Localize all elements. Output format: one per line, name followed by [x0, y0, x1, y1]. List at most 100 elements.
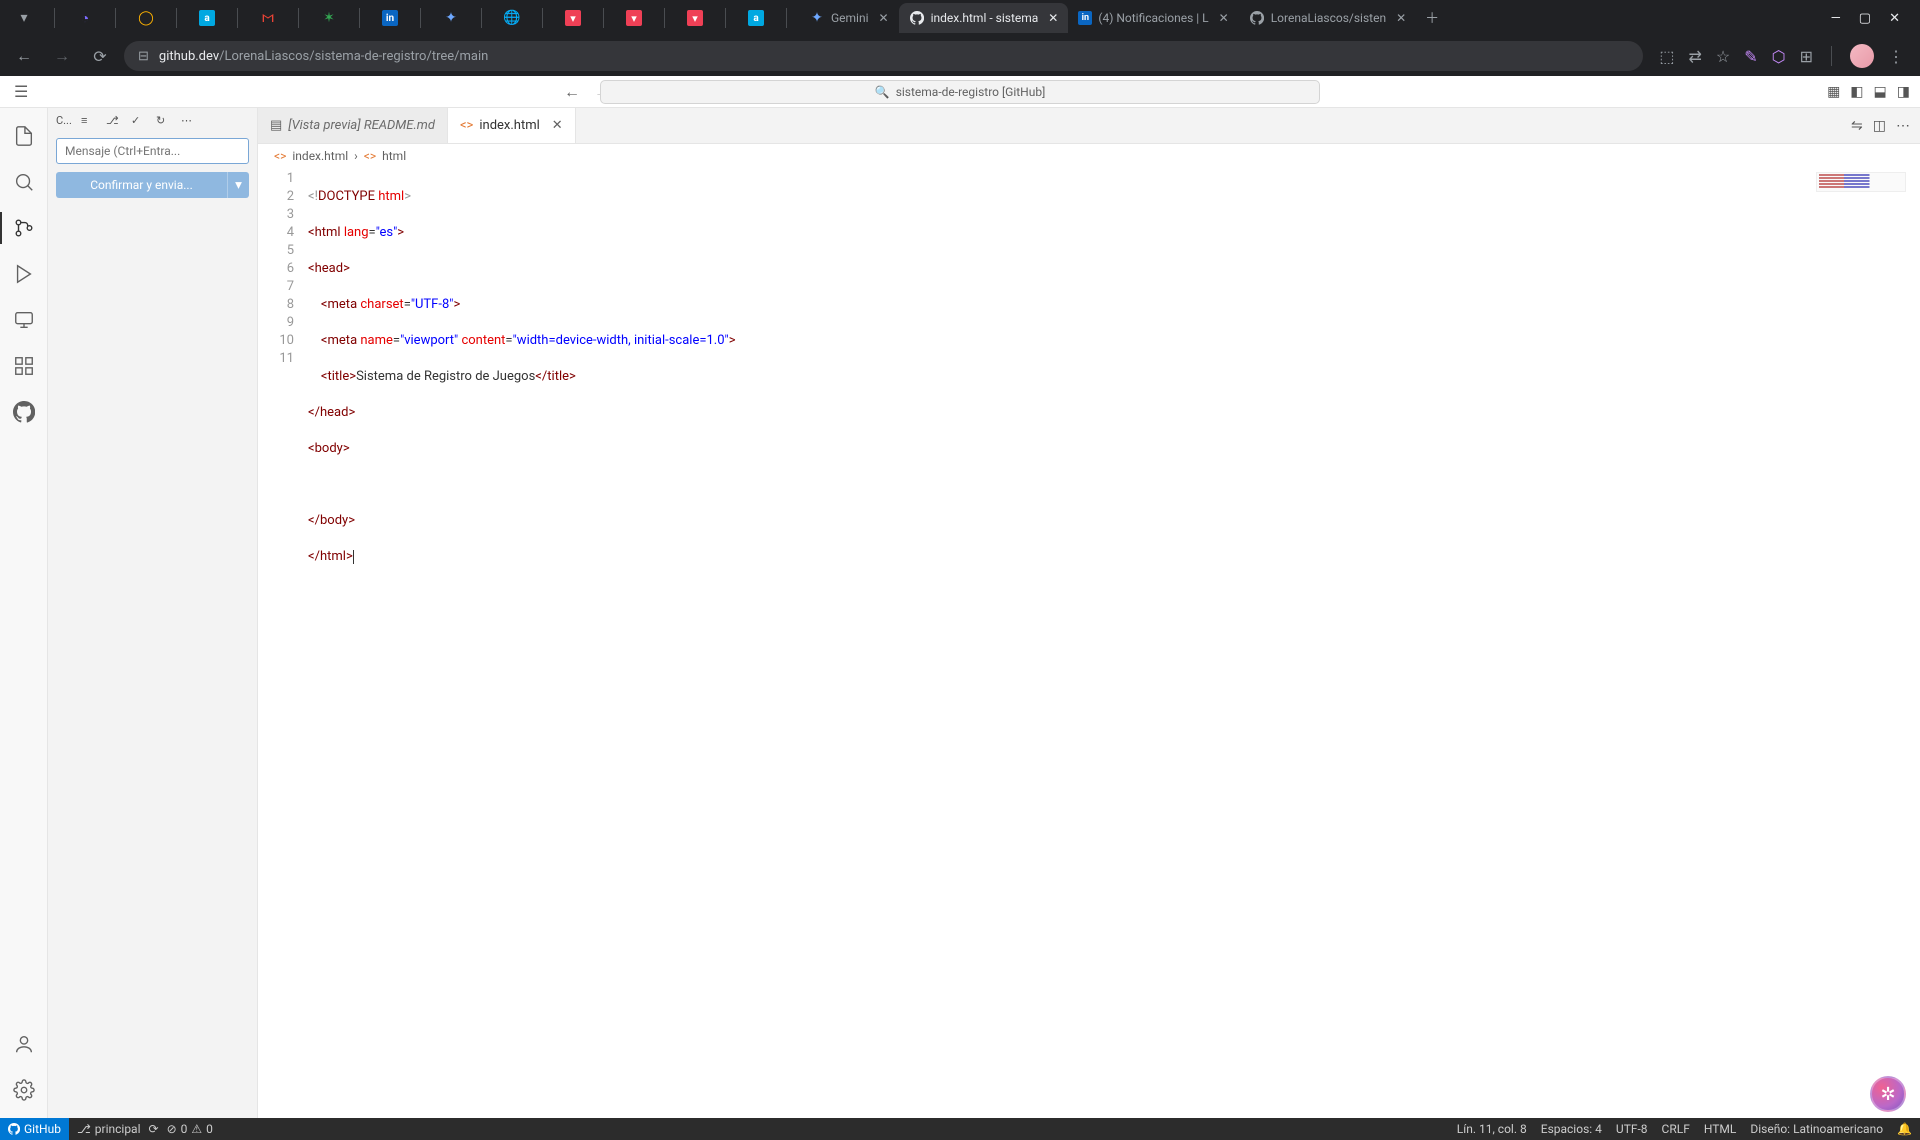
tab-label: LorenaLiascos/sisten: [1271, 11, 1386, 25]
status-spaces[interactable]: Espacios: 4: [1541, 1122, 1602, 1136]
account-icon[interactable]: [0, 1024, 48, 1064]
status-line-col[interactable]: Lín. 11, col. 8: [1457, 1122, 1527, 1136]
editor-tab-readme[interactable]: ▤ [Vista previa] README.md: [258, 108, 448, 143]
status-branch[interactable]: ⎇ principal ⟳: [77, 1122, 159, 1136]
panel-left-icon[interactable]: ◧: [1850, 84, 1863, 100]
pocket-icon[interactable]: ▾: [565, 10, 581, 26]
commit-button[interactable]: Confirmar y envia...: [56, 172, 227, 198]
more-icon[interactable]: ⋯: [181, 114, 197, 130]
browser-tab[interactable]: LorenaLiascos/sisten ✕: [1239, 3, 1416, 33]
panel-right-icon[interactable]: ◨: [1897, 84, 1910, 100]
star-icon[interactable]: ☆: [1716, 47, 1730, 66]
search-icon[interactable]: [0, 162, 48, 202]
maximize-icon[interactable]: ▢: [1859, 11, 1871, 26]
browser-tab[interactable]: in (4) Notificaciones | L ✕: [1068, 3, 1238, 33]
kebab-menu-icon[interactable]: ⋮: [1888, 47, 1904, 66]
commit-dropdown-button[interactable]: ▾: [227, 172, 249, 198]
compare-icon[interactable]: ⇋: [1851, 118, 1863, 134]
run-debug-icon[interactable]: [0, 254, 48, 294]
favicon-icon[interactable]: ◔: [77, 10, 93, 26]
symbol-icon: <>: [364, 149, 376, 163]
translate-icon[interactable]: ⇄: [1688, 47, 1701, 66]
scm-title-abbrev: C...: [56, 114, 72, 130]
gmail-icon[interactable]: [260, 10, 276, 26]
panel-bottom-icon[interactable]: ⬓: [1874, 84, 1887, 100]
source-control-icon[interactable]: [0, 208, 48, 248]
install-icon[interactable]: ⬚: [1659, 47, 1674, 66]
remote-icon[interactable]: [0, 300, 48, 340]
close-icon[interactable]: ✕: [879, 11, 889, 25]
code-body[interactable]: <!DOCTYPE html> <html lang="es"> <head> …: [308, 170, 1920, 1118]
tab-strip: ▾ ◔ ◯ a ✶ in ✦ 🌐 ▾ ▾ ▾ a: [0, 0, 1920, 36]
more-icon[interactable]: ⋯: [1896, 118, 1910, 134]
reload-button[interactable]: ⟳: [86, 42, 114, 70]
status-github[interactable]: GitHub: [0, 1118, 69, 1140]
linkedin-icon[interactable]: in: [382, 10, 398, 26]
branch-icon: ⎇: [77, 1122, 91, 1136]
favicon-icon[interactable]: ◯: [138, 10, 154, 26]
extension-icon[interactable]: ⬡: [1772, 47, 1786, 66]
minimize-icon[interactable]: ―: [1831, 11, 1841, 26]
separator: [1831, 46, 1832, 66]
status-layout[interactable]: Diseño: Latinoamericano: [1750, 1122, 1883, 1136]
hamburger-icon[interactable]: ☰: [14, 82, 28, 101]
address-bar: ← → ⟳ ⊟ github.dev/LorenaLiascos/sistema…: [0, 36, 1920, 76]
tab-label: index.html - sistema: [931, 11, 1039, 25]
explorer-icon[interactable]: [0, 116, 48, 156]
close-icon[interactable]: ✕: [1396, 11, 1406, 25]
pen-icon[interactable]: ✎: [1744, 47, 1757, 66]
breadcrumb[interactable]: <> index.html › <> html: [258, 144, 1920, 168]
pocket-icon[interactable]: ▾: [626, 10, 642, 26]
status-eol[interactable]: CRLF: [1662, 1122, 1690, 1136]
layout-grid-icon[interactable]: ▦: [1827, 84, 1840, 100]
bell-icon[interactable]: 🔔: [1897, 1122, 1912, 1136]
preview-icon: ▤: [270, 118, 282, 133]
sparkle-icon[interactable]: ✦: [443, 10, 459, 26]
warning-icon: ⚠: [191, 1122, 202, 1136]
branch-icon[interactable]: ⎇: [106, 114, 122, 130]
status-encoding[interactable]: UTF-8: [1616, 1122, 1648, 1136]
status-github-label: GitHub: [24, 1122, 61, 1136]
chevron-down-icon[interactable]: ▾: [16, 10, 32, 26]
status-branch-label: principal: [95, 1122, 141, 1136]
close-icon[interactable]: ✕: [1048, 11, 1058, 25]
status-problems[interactable]: ⊘0 ⚠0: [167, 1122, 213, 1136]
status-language[interactable]: HTML: [1704, 1122, 1737, 1136]
command-center[interactable]: 🔍 sistema-de-registro [GitHub]: [600, 80, 1320, 104]
code-editor[interactable]: 1 2 3 4 5 6 7 8 9 10 11 <!DOCTYPE html> …: [258, 168, 1920, 1118]
commit-message-input[interactable]: [56, 138, 249, 164]
split-editor-icon[interactable]: ◫: [1873, 118, 1886, 134]
copilot-fab[interactable]: ✲: [1870, 1076, 1906, 1112]
puzzle-icon[interactable]: ⊞: [1800, 47, 1813, 66]
globe-icon[interactable]: 🌐: [504, 10, 520, 26]
close-icon[interactable]: ✕: [1889, 11, 1900, 26]
browser-tab-active[interactable]: index.html - sistema ✕: [899, 3, 1069, 33]
refresh-icon[interactable]: ↻: [156, 114, 172, 130]
favicon-icon[interactable]: a: [199, 10, 215, 26]
new-tab-button[interactable]: ＋: [1424, 10, 1440, 26]
editor-tab-index-html[interactable]: <> index.html ✕: [448, 108, 576, 143]
separator: [176, 8, 177, 28]
list-tree-icon[interactable]: ≡: [81, 114, 97, 130]
site-info-icon[interactable]: ⊟: [138, 49, 149, 64]
favicon-icon[interactable]: ✶: [321, 10, 337, 26]
browser-tab[interactable]: ✦ Gemini ✕: [799, 3, 899, 33]
close-icon[interactable]: ✕: [552, 118, 563, 133]
minimap[interactable]: [1816, 172, 1906, 192]
nav-back-button[interactable]: ←: [560, 80, 584, 104]
close-icon[interactable]: ✕: [1219, 11, 1229, 25]
line-gutter: 1 2 3 4 5 6 7 8 9 10 11: [258, 170, 308, 1118]
forward-button[interactable]: →: [48, 42, 76, 70]
gear-icon[interactable]: [0, 1070, 48, 1110]
extensions-icon[interactable]: [0, 346, 48, 386]
pocket-icon[interactable]: ▾: [687, 10, 703, 26]
separator: [420, 8, 421, 28]
profile-avatar[interactable]: [1850, 44, 1874, 68]
favicon-icon[interactable]: a: [748, 10, 764, 26]
back-button[interactable]: ←: [10, 42, 38, 70]
url-input[interactable]: ⊟ github.dev/LorenaLiascos/sistema-de-re…: [124, 41, 1643, 71]
separator: [664, 8, 665, 28]
github-icon[interactable]: [0, 392, 48, 432]
check-icon[interactable]: ✓: [131, 114, 147, 130]
url-host: github.dev/LorenaLiascos/sistema-de-regi…: [159, 49, 488, 64]
